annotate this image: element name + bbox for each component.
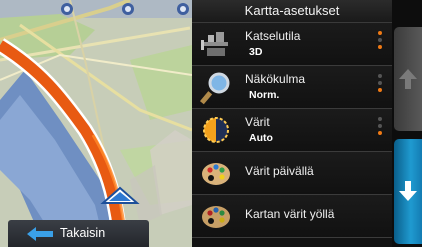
panel-title: Kartta-asetukset	[192, 0, 392, 23]
scroll-up-button[interactable]	[394, 27, 422, 131]
option-indicator	[378, 31, 383, 52]
option-indicator	[378, 117, 383, 138]
setting-perspective[interactable]: Näkökulma Norm.	[192, 66, 392, 109]
map-canvas[interactable]	[0, 0, 192, 247]
palette-night-icon	[198, 198, 234, 234]
setting-label: Värit päivällä	[245, 164, 314, 178]
palette-icon	[198, 155, 234, 191]
map-settings-panel: Kartta-asetukset Katselutila 3D Näkökulm…	[192, 0, 392, 247]
option-indicator	[378, 74, 383, 95]
navigation-screen: Takaisin Kartta-asetukset Katselutila 3D	[0, 0, 422, 247]
setting-colors[interactable]: Värit Auto	[192, 109, 392, 152]
back-arrow-icon	[27, 227, 53, 241]
day-night-icon	[198, 112, 234, 148]
setting-view-mode[interactable]: Katselutila 3D	[192, 23, 392, 66]
magnifier-icon	[198, 69, 234, 105]
setting-value: Norm.	[249, 89, 280, 101]
arrow-up-icon	[399, 69, 417, 89]
setting-value: Auto	[249, 132, 273, 144]
setting-label: Katselutila	[245, 29, 301, 43]
map-view[interactable]	[0, 0, 192, 247]
setting-value: 3D	[249, 46, 263, 58]
arrow-down-icon	[399, 181, 417, 201]
setting-night-colors[interactable]: Kartan värit yöllä	[192, 195, 392, 238]
setting-label: Näkökulma	[245, 72, 306, 86]
back-button-label: Takaisin	[60, 226, 106, 240]
setting-label: Värit	[245, 115, 270, 129]
setting-label: Kartan värit yöllä	[245, 207, 335, 221]
setting-day-colors[interactable]: Värit päivällä	[192, 152, 392, 195]
back-button[interactable]: Takaisin	[8, 220, 149, 247]
scroll-down-button[interactable]	[394, 139, 422, 244]
view-mode-icon	[198, 26, 234, 62]
scroll-bar	[392, 0, 422, 247]
